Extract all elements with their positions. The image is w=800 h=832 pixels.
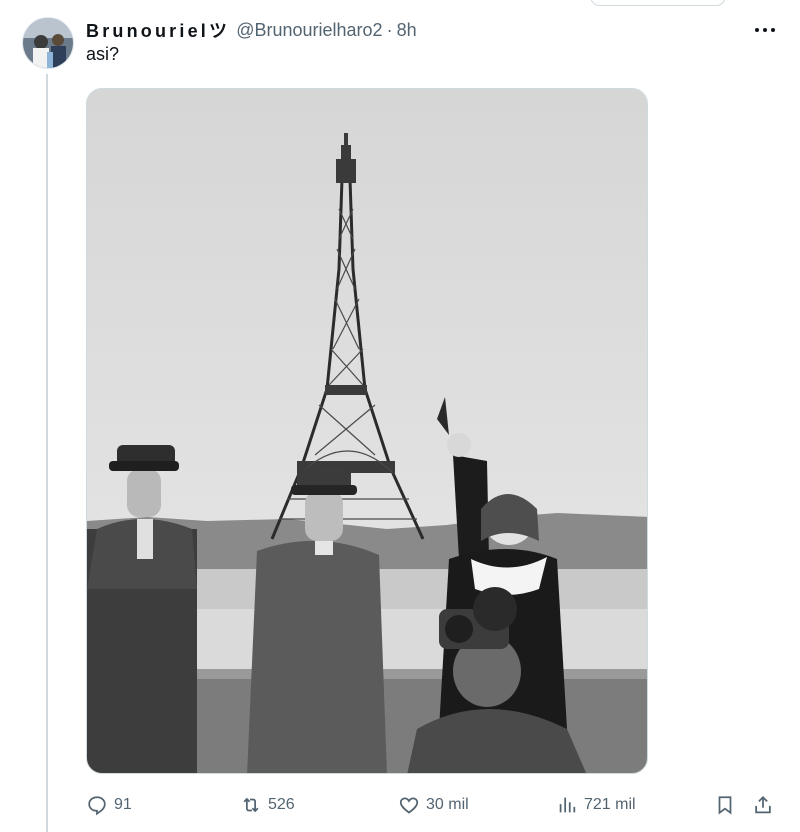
display-name[interactable]: Brunourielツ [86, 17, 230, 43]
tweet-media-image[interactable] [86, 88, 648, 774]
more-icon[interactable] [752, 22, 778, 38]
views-button[interactable]: 721 mil [556, 790, 636, 820]
reply-icon [88, 796, 106, 816]
heart-icon [399, 797, 419, 814]
avatar[interactable] [22, 17, 74, 69]
repost-count: 526 [268, 796, 295, 813]
user-handle[interactable]: @Brunourielharo2 [236, 20, 382, 41]
bookmark-button[interactable] [714, 790, 736, 820]
like-count: 30 mil [426, 796, 469, 813]
tweet-text: asi? [86, 44, 120, 64]
tweet-actions: 91 526 30 mil 721 mil [0, 790, 800, 820]
avatar-image [23, 18, 73, 68]
reply-count: 91 [114, 796, 132, 813]
views-count: 721 mil [584, 796, 636, 813]
repost-icon [243, 797, 259, 813]
bookmark-icon [718, 796, 732, 815]
media-illustration [87, 89, 647, 773]
share-icon [755, 795, 771, 814]
tweet-header: Brunourielツ @Brunourielharo2 · 8h [86, 18, 417, 42]
thread-line [46, 74, 48, 832]
views-icon [559, 797, 576, 813]
reply-button[interactable]: 91 [86, 790, 132, 820]
top-pill [590, 0, 726, 6]
timestamp[interactable]: 8h [397, 20, 417, 41]
like-button[interactable]: 30 mil [398, 790, 469, 820]
repost-button[interactable]: 526 [240, 790, 295, 820]
separator-dot: · [386, 19, 393, 40]
share-button[interactable] [752, 790, 774, 820]
